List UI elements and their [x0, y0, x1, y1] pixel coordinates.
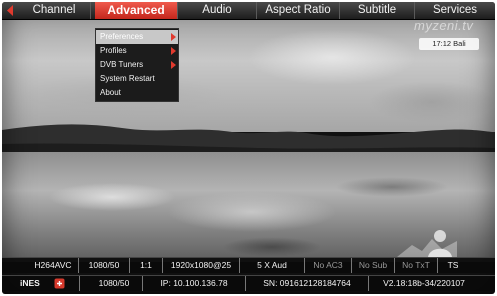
video-codec: H264AVC: [28, 258, 79, 273]
dropdown-item-label: DVB Tuners: [100, 60, 144, 69]
menu-left-arrow-icon[interactable]: [4, 4, 16, 17]
teletext-status: No TxT: [395, 258, 438, 273]
channel-logo-watermark: myzeni.tv: [414, 18, 474, 33]
serial-number: SN: 091612128184764: [246, 276, 369, 291]
brand-logo: iNES: [20, 278, 40, 288]
menu-aspect-ratio[interactable]: Aspect Ratio: [257, 2, 340, 19]
transport-type: TS: [447, 260, 459, 270]
dropdown-item-label: Preferences: [100, 32, 144, 41]
pixel-ratio: 1:1: [130, 258, 163, 273]
menu-audio[interactable]: Audio: [178, 2, 257, 19]
dropdown-item-label: About: [100, 88, 121, 97]
menu-services[interactable]: Services: [415, 2, 495, 19]
menu-channel[interactable]: Channel: [18, 2, 91, 19]
dropdown-item-label: Profiles: [100, 46, 127, 55]
dropdown-item-about[interactable]: About: [96, 86, 178, 100]
submenu-arrow-icon: [171, 47, 176, 55]
ac3-status: No AC3: [305, 258, 352, 273]
ip-address: IP: 10.100.136.78: [143, 276, 246, 291]
video-format: 1080/50: [79, 258, 130, 273]
dropdown-item-preferences[interactable]: Preferences: [96, 30, 178, 44]
output-format: 1080/50: [86, 276, 143, 291]
advanced-dropdown: Preferences Profiles DVB Tuners System R…: [95, 28, 179, 102]
brand-badge-icon: [54, 278, 65, 289]
dropdown-item-dvb-tuners[interactable]: DVB Tuners: [96, 58, 178, 72]
stream-info-bar: H264AVC 1080/50 1:1 1920x1080@25 5 X Aud…: [2, 257, 495, 273]
device-info-bar: iNES 1080/50 IP: 10.100.136.78 SN: 09161…: [2, 275, 495, 291]
firmware-version: V2.18:18b-34/220107: [383, 278, 465, 288]
menu-advanced[interactable]: Advanced: [95, 2, 178, 19]
channel-badge: 17:12 Bali: [419, 38, 479, 50]
video-resolution: 1920x1080@25: [163, 258, 240, 273]
top-menu-bar: Channel Advanced Audio Aspect Ratio Subt…: [2, 2, 495, 20]
subtitle-status: No Sub: [352, 258, 395, 273]
tv-screen: myzeni.tv 17:12 Bali Channel Advanced Au…: [2, 2, 495, 294]
dropdown-item-profiles[interactable]: Profiles: [96, 44, 178, 58]
submenu-arrow-icon: [171, 61, 176, 69]
menu-subtitle[interactable]: Subtitle: [340, 2, 415, 19]
audio-count: 5 X Aud: [240, 258, 305, 273]
presenter-watermark-icon: [397, 230, 457, 257]
submenu-arrow-icon: [171, 33, 176, 41]
separator: [78, 276, 80, 291]
dropdown-item-system-restart[interactable]: System Restart: [96, 72, 178, 86]
dropdown-item-label: System Restart: [100, 74, 155, 83]
